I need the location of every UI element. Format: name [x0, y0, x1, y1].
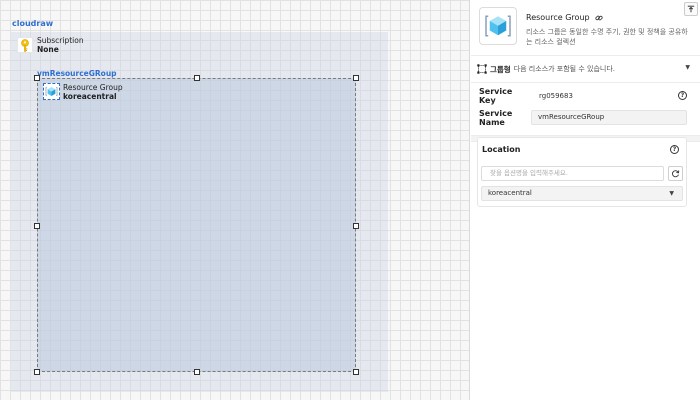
service-key-value: rg059683 [539, 92, 573, 100]
resource-group-node[interactable]: Resource Group koreacentral [43, 83, 123, 101]
location-select[interactable]: koreacentral ▼ [481, 186, 683, 201]
resize-handle-left[interactable] [34, 223, 40, 229]
group-type-description: 다음 리소스가 포함될 수 있습니다. [513, 65, 615, 73]
service-name-label: Service Name [479, 109, 513, 127]
group-type-row[interactable]: 그룹형 다음 리소스가 포함될 수 있습니다. ▼ [471, 56, 700, 83]
resource-group-large-icon [479, 7, 517, 45]
key-icon [17, 37, 33, 53]
service-key-row: Service Key rg059683 ? [471, 85, 700, 107]
subscription-value: None [37, 45, 59, 54]
location-search-input[interactable]: 찾을 옵션명을 입력해주세요. [481, 166, 664, 181]
subscription-node[interactable]: Subscription None [17, 36, 84, 54]
resource-group-node-type: Resource Group [63, 83, 123, 92]
service-name-input[interactable]: vmResourceGRoup [531, 110, 687, 125]
canvas-title: cloudraw [12, 19, 54, 28]
link-icon[interactable] [595, 14, 603, 22]
properties-panel: Resource Group 리소스 그룹은 동일한 수명 주기, 권한 및 정… [471, 0, 700, 400]
resource-group-cube-icon [43, 83, 60, 100]
resource-group-node-location: koreacentral [63, 92, 117, 101]
location-title: Location [482, 145, 521, 154]
location-card: Location ? 찾을 옵션명을 입력해주세요. koreacentral … [477, 137, 687, 207]
help-icon[interactable]: ? [678, 91, 687, 100]
refresh-icon[interactable] [668, 166, 683, 181]
panel-description: 리소스 그룹은 동일한 수명 주기, 권한 및 정책을 공유하는 리소스 컬렉션 [526, 28, 688, 46]
collapse-top-icon[interactable] [684, 2, 698, 16]
resize-handle-bottom[interactable] [194, 369, 200, 375]
diagram-canvas[interactable]: cloudraw Subscription None vmResourceGRo… [0, 0, 470, 400]
resize-handle-bottom-left[interactable] [34, 369, 40, 375]
chevron-down-icon[interactable]: ▼ [685, 64, 690, 71]
resize-handle-top[interactable] [194, 75, 200, 81]
group-frame-icon [477, 64, 487, 74]
chevron-down-icon: ▼ [669, 190, 674, 197]
subscription-type-label: Subscription [37, 36, 84, 45]
resize-handle-right[interactable] [353, 223, 359, 229]
panel-header: Resource Group 리소스 그룹은 동일한 수명 주기, 권한 및 정… [471, 0, 700, 56]
resize-handle-top-right[interactable] [353, 75, 359, 81]
location-selected-value: koreacentral [488, 189, 532, 197]
group-type-label: 그룹형 [490, 64, 511, 74]
resize-handle-bottom-right[interactable] [353, 369, 359, 375]
panel-title: Resource Group [526, 13, 590, 22]
resource-group-box-title: vmResourceGRoup [37, 69, 117, 78]
resize-handle-top-left[interactable] [34, 75, 40, 81]
service-key-label: Service Key [479, 87, 513, 105]
resource-group-box[interactable] [37, 78, 356, 372]
service-name-row: Service Name vmResourceGRoup [471, 107, 700, 129]
location-help-icon[interactable]: ? [670, 145, 679, 154]
